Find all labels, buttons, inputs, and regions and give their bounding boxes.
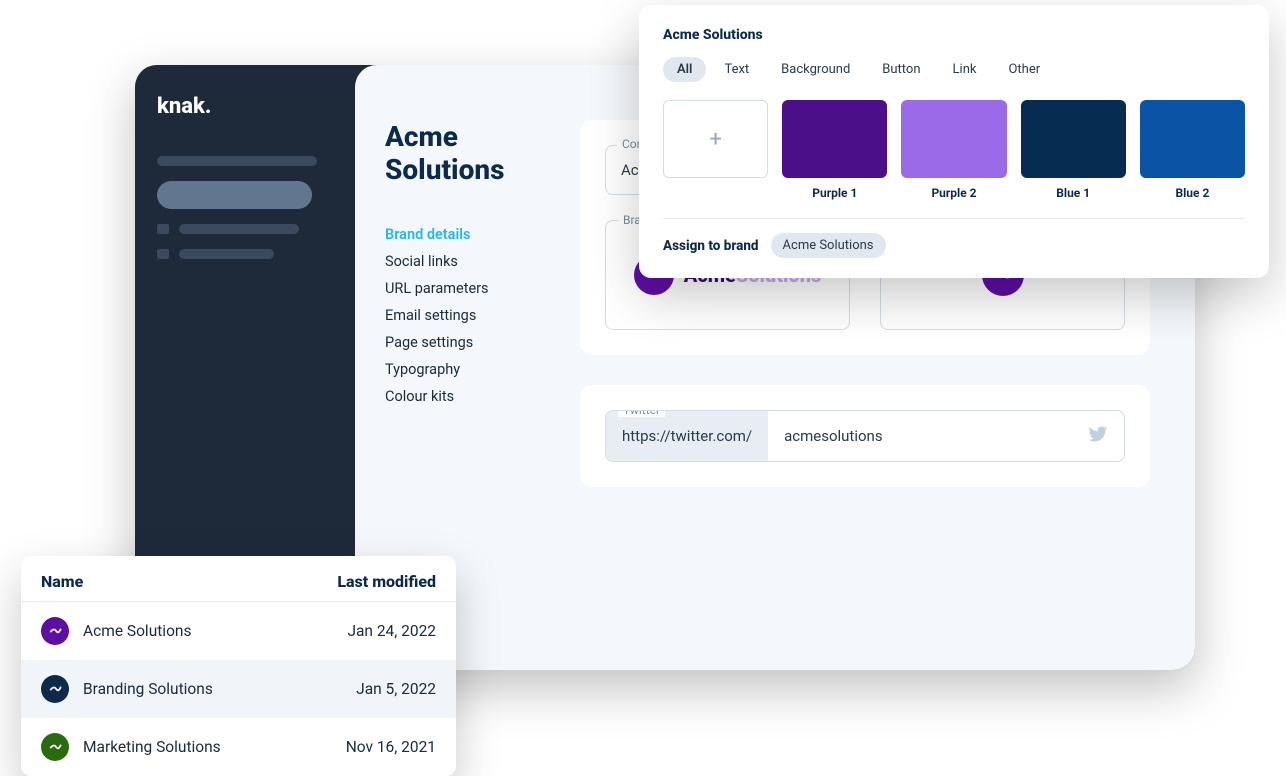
swatch-blue-2[interactable]	[1140, 100, 1245, 178]
assigned-brand-chip[interactable]: Acme Solutions	[771, 233, 886, 258]
brand-date: Jan 5, 2022	[356, 680, 436, 698]
twitter-field: Twitter https://twitter.com/	[605, 410, 1125, 462]
svg-text:knak.: knak.	[157, 94, 211, 119]
app-logo: knak.	[157, 93, 333, 121]
twitter-handle-input[interactable]	[768, 427, 1087, 445]
page-title: Acme Solutions	[385, 120, 540, 186]
swatch-label: Purple 2	[931, 186, 976, 200]
swatch-blue-1[interactable]	[1021, 100, 1126, 178]
sidebar-active-item[interactable]	[157, 181, 312, 209]
brand-row[interactable]: Branding Solutions Jan 5, 2022	[21, 660, 456, 718]
twitter-label: Twitter	[618, 410, 665, 417]
subnav-typography[interactable]: Typography	[385, 356, 540, 383]
folder-icon	[157, 249, 169, 259]
twitter-icon	[1087, 423, 1109, 449]
filter-button[interactable]: Button	[868, 57, 934, 82]
col-modified: Last modified	[337, 572, 436, 591]
brands-list-header: Name Last modified	[21, 556, 456, 602]
swatch-purple-1[interactable]	[782, 100, 887, 178]
filter-link[interactable]: Link	[939, 57, 991, 82]
swatch-label: Purple 1	[812, 186, 857, 200]
swatch-label: Blue 2	[1175, 186, 1209, 200]
col-name: Name	[41, 572, 83, 591]
add-swatch-button[interactable]: +	[663, 100, 768, 178]
color-filter-tabs: All Text Background Button Link Other	[663, 57, 1245, 82]
subnav-email-settings[interactable]: Email settings	[385, 302, 540, 329]
brand-name: Branding Solutions	[83, 680, 213, 698]
assign-brand-label: Assign to brand	[663, 238, 759, 254]
subnav-social-links[interactable]: Social links	[385, 248, 540, 275]
brand-date: Nov 16, 2021	[346, 738, 436, 756]
sidebar-folder-item[interactable]	[157, 249, 333, 259]
social-links-card: Twitter https://twitter.com/	[580, 385, 1150, 487]
brand-row[interactable]: Marketing Solutions Nov 16, 2021	[21, 718, 456, 776]
filter-all[interactable]: All	[663, 57, 706, 82]
subnav-colour-kits[interactable]: Colour kits	[385, 383, 540, 410]
brand-name: Marketing Solutions	[83, 738, 221, 756]
brand-date: Jan 24, 2022	[347, 622, 436, 640]
filter-background[interactable]: Background	[767, 57, 864, 82]
subnav: Brand details Social links URL parameter…	[385, 221, 540, 410]
color-kit-panel: Acme Solutions All Text Background Butto…	[639, 5, 1269, 278]
filter-other[interactable]: Other	[994, 57, 1054, 82]
twitter-url-prefix: https://twitter.com/	[606, 411, 768, 461]
swatch-purple-2[interactable]	[901, 100, 1006, 178]
sidebar-skeleton	[157, 156, 317, 166]
brand-row[interactable]: Acme Solutions Jan 24, 2022	[21, 602, 456, 660]
sidebar-folder-item[interactable]	[157, 224, 333, 234]
brand-name: Acme Solutions	[83, 622, 191, 640]
brands-list-panel: Name Last modified Acme Solutions Jan 24…	[21, 556, 456, 776]
color-kit-title: Acme Solutions	[663, 27, 1245, 43]
subnav-brand-details[interactable]: Brand details	[385, 221, 540, 248]
subnav-page-settings[interactable]: Page settings	[385, 329, 540, 356]
brand-icon	[41, 617, 69, 645]
folder-icon	[157, 224, 169, 234]
swatch-label: Blue 1	[1056, 186, 1090, 200]
brand-icon	[41, 675, 69, 703]
subnav-url-parameters[interactable]: URL parameters	[385, 275, 540, 302]
sidebar-nav-placeholder	[157, 156, 333, 259]
brand-icon	[41, 733, 69, 761]
assign-brand-row: Assign to brand Acme Solutions	[663, 233, 1245, 258]
swatch-row: + Purple 1 Purple 2 Blue 1 Blue 2	[663, 100, 1245, 219]
filter-text[interactable]: Text	[710, 57, 763, 82]
